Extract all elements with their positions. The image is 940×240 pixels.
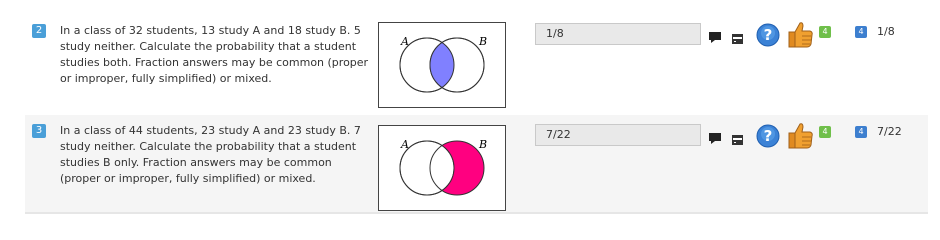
- marks-badge: 4: [855, 126, 867, 138]
- card-icon[interactable]: [732, 130, 743, 149]
- svg-text:?: ?: [764, 26, 773, 44]
- question-number: 3: [32, 124, 46, 138]
- question-row: 2 In a class of 32 students, 13 study A …: [25, 12, 928, 114]
- thumbs-up-icon[interactable]: [785, 121, 815, 155]
- comment-icon[interactable]: [709, 29, 721, 48]
- svg-text:?: ?: [764, 127, 773, 145]
- answer-input[interactable]: 1/8: [535, 23, 701, 45]
- comment-icon[interactable]: [709, 130, 721, 149]
- venn-label-a: A: [400, 35, 409, 48]
- venn-diagram: A B: [378, 22, 506, 108]
- venn-label-b: B: [478, 138, 487, 151]
- question-text: In a class of 32 students, 13 study A an…: [60, 24, 369, 85]
- correct-answer: 7/22: [877, 125, 902, 138]
- question-number: 2: [32, 24, 46, 38]
- venn-label-b: B: [478, 35, 487, 48]
- help-icon[interactable]: ?: [756, 23, 780, 51]
- correct-answer: 1/8: [877, 25, 895, 38]
- card-icon[interactable]: [732, 29, 743, 48]
- venn-label-a: A: [400, 138, 409, 151]
- question-text: In a class of 44 students, 23 study A an…: [60, 124, 361, 185]
- question-row: 3 In a class of 44 students, 23 study A …: [25, 115, 928, 214]
- score-badge: 4: [819, 126, 831, 138]
- answer-input[interactable]: 7/22: [535, 124, 701, 146]
- score-badge: 4: [819, 26, 831, 38]
- venn-diagram: A B: [378, 125, 506, 211]
- marks-badge: 4: [855, 26, 867, 38]
- help-icon[interactable]: ?: [756, 124, 780, 152]
- thumbs-up-icon[interactable]: [785, 20, 815, 54]
